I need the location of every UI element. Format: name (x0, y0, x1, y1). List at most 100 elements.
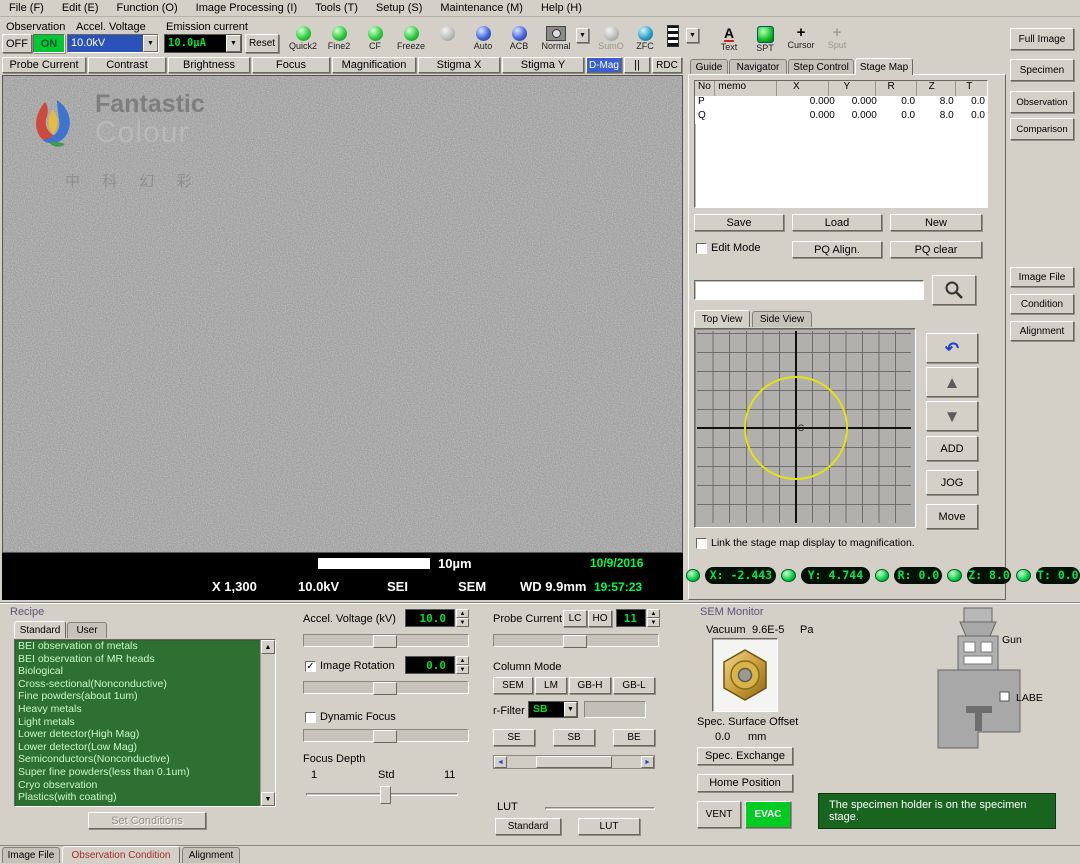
brightness-button[interactable]: Brightness (168, 57, 250, 73)
probe-current-slider[interactable] (493, 634, 659, 647)
magnification-button[interactable]: Magnification (332, 57, 416, 73)
stage-position-table[interactable]: No memo X Y R Z T P 0.000 0.000 0.0 8.0 … (694, 80, 988, 208)
contrast-button[interactable]: Contrast (88, 57, 166, 73)
stage-map-circle[interactable] (744, 376, 848, 480)
full-image-button[interactable]: Full Image (1010, 28, 1074, 50)
alignment-button[interactable]: Alignment (1010, 321, 1074, 341)
stage-search-input[interactable] (694, 280, 924, 300)
image-file-button[interactable]: Image File (1010, 267, 1074, 287)
home-position-button[interactable]: Home Position (697, 774, 793, 792)
auto-button[interactable]: Auto (466, 26, 500, 51)
tab-guide[interactable]: Guide (690, 59, 728, 75)
gb-h-mode-button[interactable]: GB-H (569, 677, 611, 694)
col-z[interactable]: Z (917, 81, 957, 96)
list-item[interactable]: Heavy metals (15, 703, 260, 716)
off-button[interactable]: OFF (2, 34, 32, 53)
spin-up-icon[interactable]: ▲ (456, 609, 469, 618)
list-item[interactable]: Lower detector(Low Mag) (15, 741, 260, 754)
recipe-list[interactable]: BEI observation of metals BEI observatio… (14, 639, 276, 807)
image-rotation-slider[interactable] (303, 681, 469, 694)
list-item[interactable]: Fine powders(about 1um) (15, 690, 260, 703)
trackbar-thumb[interactable] (380, 786, 391, 804)
fine2-button[interactable]: Fine2 (322, 26, 356, 51)
pq-align-button[interactable]: PQ Align. (792, 241, 882, 258)
ruler-dropdown-button[interactable]: ▼ (686, 28, 699, 43)
menu-help[interactable]: Help (H) (532, 2, 591, 14)
scroll-right-icon[interactable]: ► (641, 756, 654, 768)
list-item[interactable]: Super fine powders(less than 0.1um) (15, 766, 260, 779)
spin-up-icon[interactable]: ▲ (456, 656, 469, 665)
col-y[interactable]: Y (829, 81, 875, 96)
menu-image-processing[interactable]: Image Processing (I) (187, 2, 306, 14)
table-row[interactable]: Q 0.000 0.000 0.0 8.0 0.0 (695, 110, 987, 124)
emission-current-combo[interactable]: 10.0µA ▼ (164, 34, 242, 53)
list-item[interactable]: Cryo observation (15, 779, 260, 792)
col-no[interactable]: No (695, 81, 715, 96)
tab-observation-condition[interactable]: Observation Condition (62, 846, 180, 863)
text-button[interactable]: A Text (712, 26, 746, 52)
stigma-x-button[interactable]: Stigma X (418, 57, 500, 73)
stigma-y-button[interactable]: Stigma Y (502, 57, 584, 73)
col-t[interactable]: T (956, 81, 987, 96)
stage-down-button[interactable]: ▼ (926, 401, 978, 431)
col-x[interactable]: X (777, 81, 830, 96)
focus-depth-trackbar[interactable] (306, 786, 458, 804)
load-button[interactable]: Load (792, 214, 882, 231)
tab-navigator[interactable]: Navigator (729, 59, 787, 75)
spin-down-icon[interactable]: ▼ (647, 618, 660, 627)
probe-current-spinner[interactable]: ▲▼ (647, 609, 660, 627)
slider-thumb[interactable] (373, 682, 397, 695)
accel-voltage-combo[interactable]: 10.0kV ▼ (67, 34, 159, 53)
condition-button[interactable]: Condition (1010, 294, 1074, 314)
menu-file[interactable]: File (F) (0, 2, 53, 14)
list-item[interactable]: Light metals (15, 716, 260, 729)
on-button[interactable]: ON (33, 34, 65, 53)
menu-function[interactable]: Function (O) (108, 2, 187, 14)
lut-button[interactable]: LUT (578, 818, 640, 835)
reset-button[interactable]: Reset (245, 34, 279, 53)
stage-undo-button[interactable]: ↶ (926, 333, 978, 363)
lut-standard-button[interactable]: Standard (495, 818, 561, 835)
acb-button[interactable]: ACB (502, 26, 536, 51)
dynamic-focus-slider[interactable] (303, 729, 469, 742)
menu-tools[interactable]: Tools (T) (306, 2, 367, 14)
d-mag-button[interactable]: D-Mag (586, 57, 622, 73)
pause-button[interactable]: || (624, 57, 650, 73)
slider-thumb[interactable] (373, 635, 397, 648)
sem-image-viewport[interactable]: Fantastic Colour 中 科 幻 彩 (2, 75, 683, 553)
col-memo[interactable]: memo (715, 81, 777, 96)
scrollbar-thumb[interactable] (536, 756, 612, 768)
menu-edit[interactable]: Edit (E) (53, 2, 108, 14)
ruler-button[interactable] (662, 25, 684, 48)
scroll-down-icon[interactable]: ▼ (261, 792, 275, 806)
tab-step-control[interactable]: Step Control (788, 59, 854, 75)
pq-clear-button[interactable]: PQ clear (890, 241, 982, 258)
stage-map-grid[interactable]: C (697, 331, 911, 523)
menu-maintenance[interactable]: Maintenance (M) (431, 2, 532, 14)
new-button[interactable]: New (890, 214, 982, 231)
spin-up-icon[interactable]: ▲ (647, 609, 660, 618)
tab-side-view[interactable]: Side View (752, 311, 812, 327)
normal-dropdown-button[interactable]: ▼ (576, 28, 589, 43)
tab-top-view[interactable]: Top View (694, 310, 750, 327)
cf-button[interactable]: CF (358, 26, 392, 51)
tab-recipe-standard[interactable]: Standard (14, 621, 66, 638)
scroll-up-icon[interactable]: ▲ (261, 640, 275, 654)
accel-kv-slider[interactable] (303, 634, 469, 647)
tab-recipe-user[interactable]: User (67, 622, 107, 638)
move-button[interactable]: Move (926, 504, 978, 529)
search-button[interactable] (932, 275, 976, 305)
quick2-button[interactable]: Quick2 (286, 26, 320, 51)
cursor-button[interactable]: + Cursor (784, 26, 818, 50)
image-rotation-spinner[interactable]: ▲▼ (456, 656, 469, 674)
tab-image-file[interactable]: Image File (2, 847, 60, 863)
save-button[interactable]: Save (694, 214, 784, 231)
lc-button[interactable]: LC (563, 610, 587, 627)
spin-down-icon[interactable]: ▼ (456, 665, 469, 674)
add-button[interactable]: ADD (926, 436, 978, 461)
tab-stage-map[interactable]: Stage Map (855, 58, 913, 75)
sb-detector-button[interactable]: SB (553, 729, 595, 746)
jog-button[interactable]: JOG (926, 470, 978, 495)
specimen-button[interactable]: Specimen (1010, 59, 1074, 81)
observation-button[interactable]: Observation (1010, 91, 1074, 113)
